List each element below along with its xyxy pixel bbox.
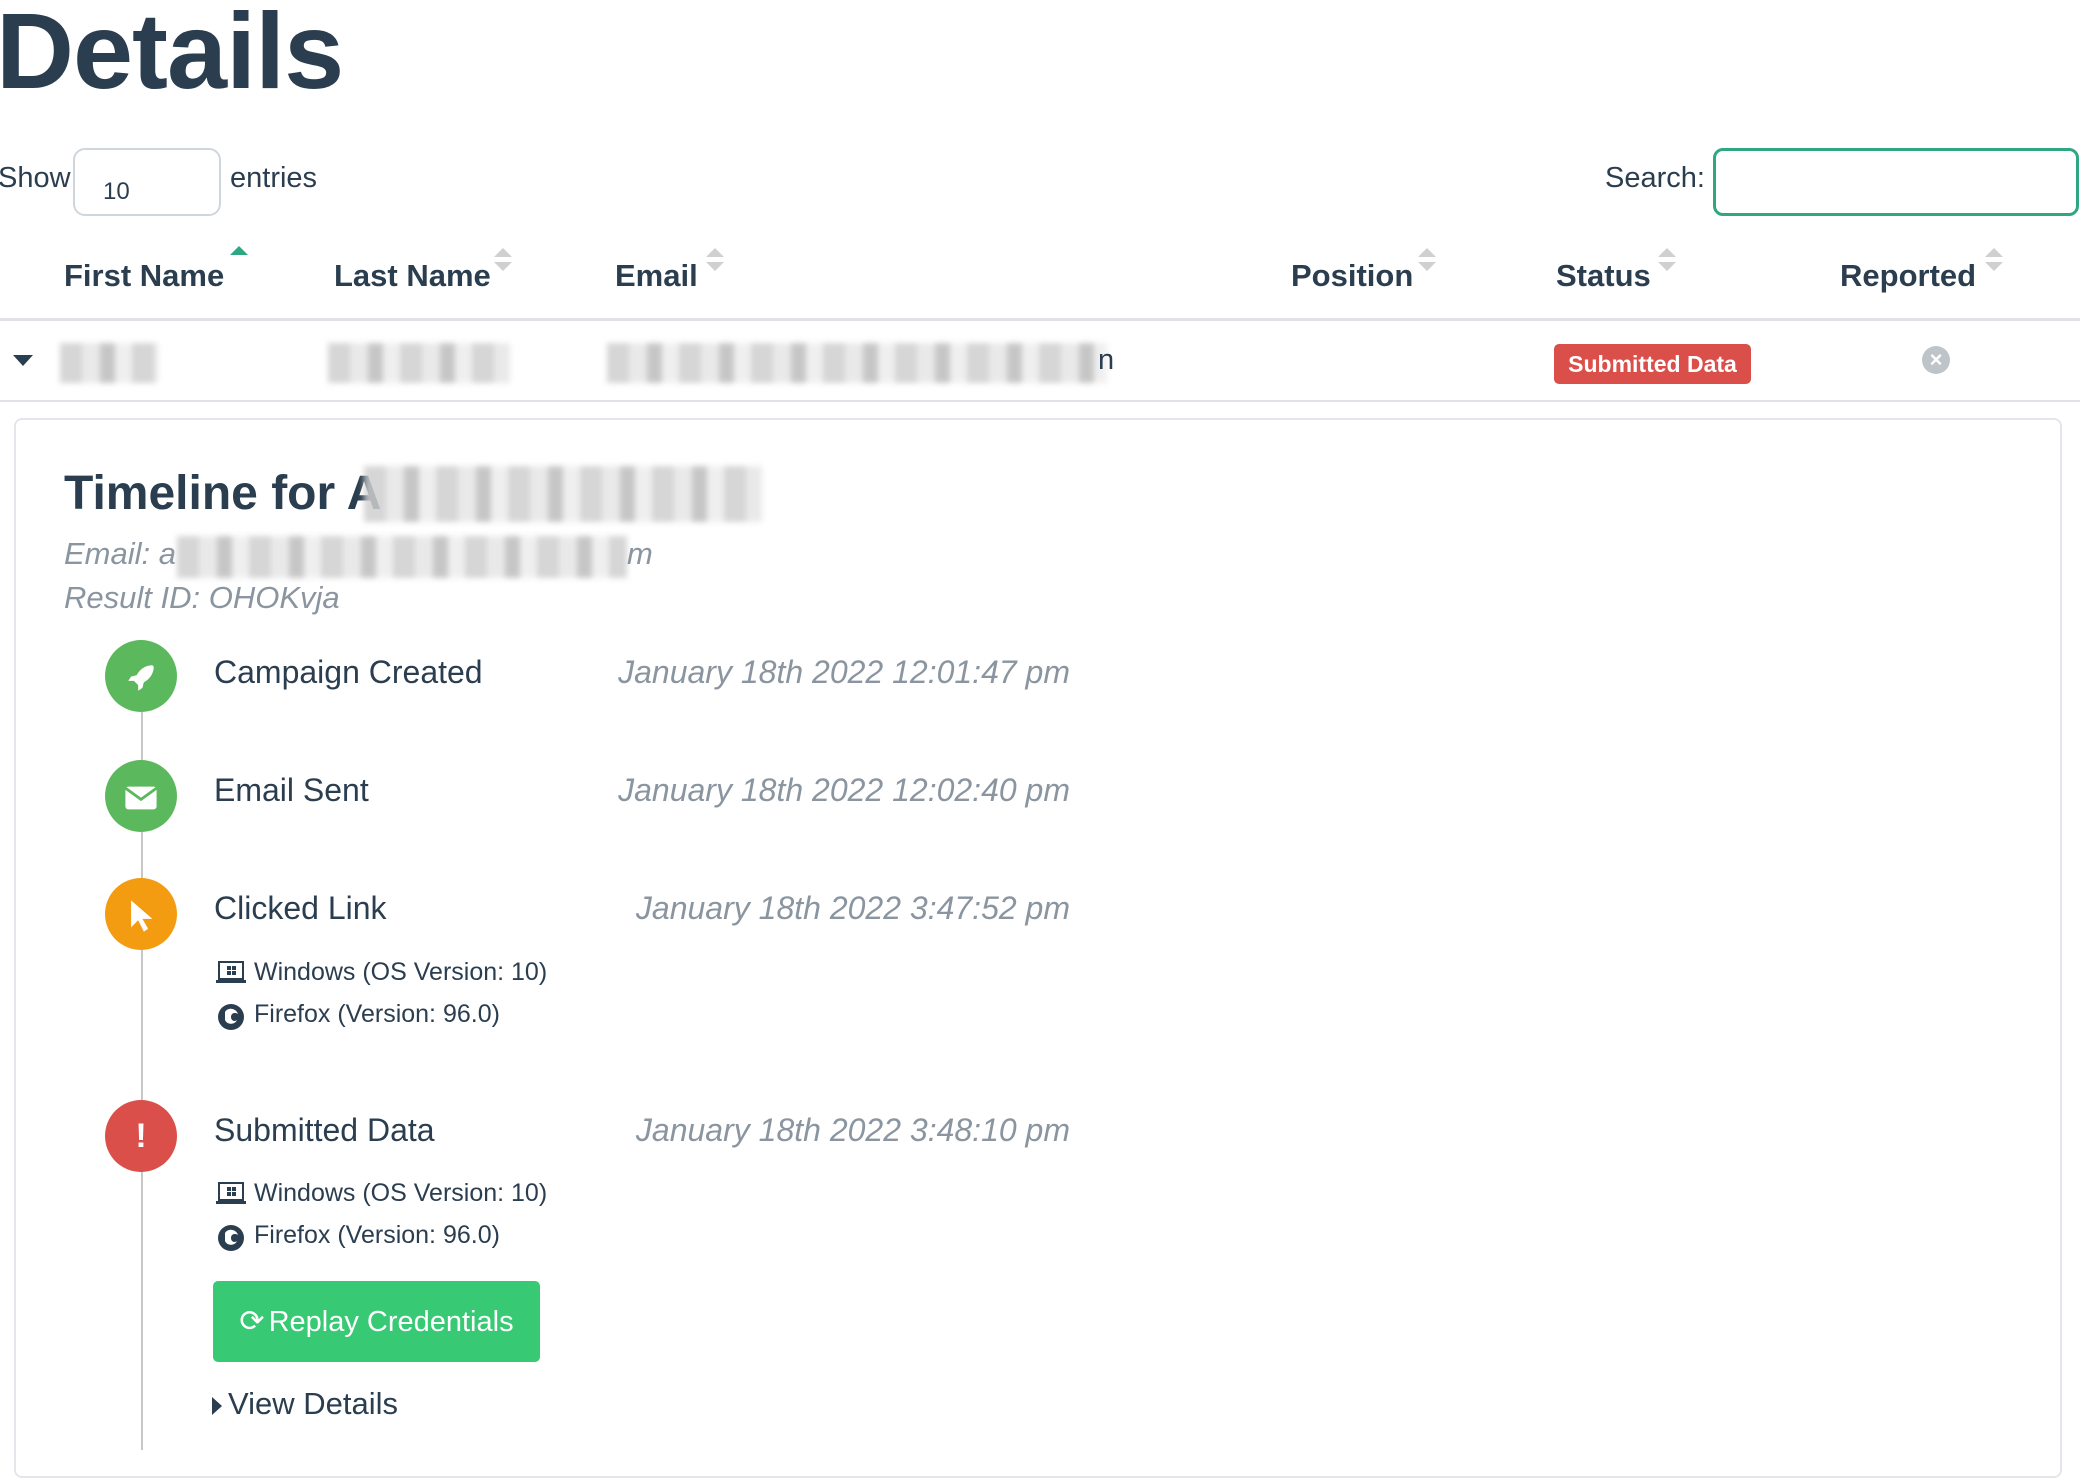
sort-icon [1418, 248, 1436, 274]
page-title: Details [0, 0, 344, 111]
caret-down-icon[interactable] [13, 355, 33, 366]
laptop-windows-icon [216, 960, 246, 986]
event-name: Clicked Link [214, 890, 387, 926]
event-name: Submitted Data [214, 1112, 435, 1148]
sort-icon [1985, 248, 2003, 274]
refresh-icon: ⟳ [239, 1305, 265, 1338]
view-details-toggle[interactable]: View Details [212, 1386, 398, 1422]
os-detail: Windows (OS Version: 10) [216, 1179, 547, 1208]
entries-select[interactable]: 10 [73, 148, 221, 216]
email-suffix: n [1098, 344, 1115, 376]
sort-asc-icon [230, 246, 248, 272]
event-name: Campaign Created [214, 654, 483, 690]
os-detail: Windows (OS Version: 10) [216, 958, 547, 987]
timeline-title: Timeline for A [64, 467, 382, 520]
event-time: January 18th 2022 3:48:10 pm [635, 1112, 1070, 1148]
firefox-icon [216, 1223, 246, 1252]
rocket-icon [105, 640, 177, 712]
first-name-redacted [60, 343, 158, 383]
email-redacted [607, 343, 1107, 383]
column-header-first-name[interactable]: First Name [64, 246, 248, 294]
column-header-last-name[interactable]: Last Name [334, 248, 512, 294]
pointer-icon [105, 878, 177, 950]
header-divider [0, 318, 2080, 321]
status-badge: Submitted Data [1554, 344, 1751, 384]
entries-label: entries [230, 162, 318, 194]
column-header-email[interactable]: Email [615, 248, 724, 294]
timeline-email: Email: a [64, 536, 176, 571]
timeline-email-redacted [177, 536, 627, 578]
timeline-email-suffix: m [627, 536, 653, 571]
last-name-redacted [328, 343, 510, 383]
result-id: Result ID: OHOKvja [64, 580, 340, 615]
event-time: January 18th 2022 3:47:52 pm [635, 890, 1070, 926]
sort-icon [1658, 248, 1676, 274]
event-name: Email Sent [214, 772, 369, 808]
firefox-icon [216, 1002, 246, 1031]
column-header-status[interactable]: Status [1556, 248, 1676, 294]
name-redacted [364, 466, 762, 522]
event-time: January 18th 2022 12:02:40 pm [618, 772, 1070, 808]
replay-credentials-button[interactable]: ⟳ Replay Credentials [213, 1281, 540, 1362]
search-label: Search: [1605, 162, 1705, 194]
column-header-position[interactable]: Position [1291, 248, 1436, 294]
row-divider [0, 400, 2080, 402]
browser-detail: Firefox (Version: 96.0) [216, 1221, 500, 1252]
exclamation-icon: ! [105, 1100, 177, 1172]
column-header-reported[interactable]: Reported [1840, 248, 2003, 294]
laptop-windows-icon [216, 1181, 246, 1207]
search-input[interactable] [1713, 148, 2079, 216]
browser-detail: Firefox (Version: 96.0) [216, 1000, 500, 1031]
show-label: Show [0, 162, 71, 194]
envelope-icon [105, 760, 177, 832]
caret-right-icon [212, 1396, 222, 1415]
event-time: January 18th 2022 12:01:47 pm [618, 654, 1070, 690]
circle-x-icon: × [1922, 346, 1950, 374]
sort-icon [706, 248, 724, 274]
sort-icon [494, 248, 512, 274]
